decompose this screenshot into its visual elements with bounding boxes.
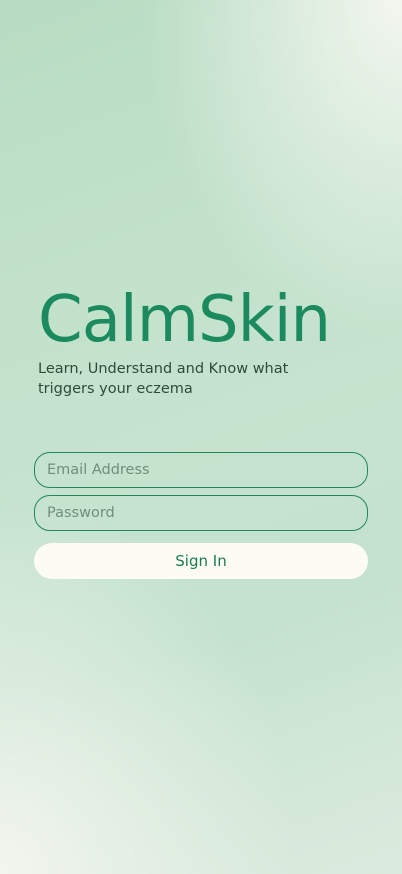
brand-block: CalmSkin Learn, Understand and Know what… [38, 282, 368, 399]
sign-in-button[interactable]: Sign In [34, 543, 368, 579]
app-logo: CalmSkin [38, 283, 331, 357]
password-field[interactable] [34, 495, 368, 531]
email-field[interactable] [34, 452, 368, 488]
app-tagline: Learn, Understand and Know what triggers… [38, 361, 289, 397]
login-screen: CalmSkin Learn, Understand and Know what… [0, 0, 402, 874]
